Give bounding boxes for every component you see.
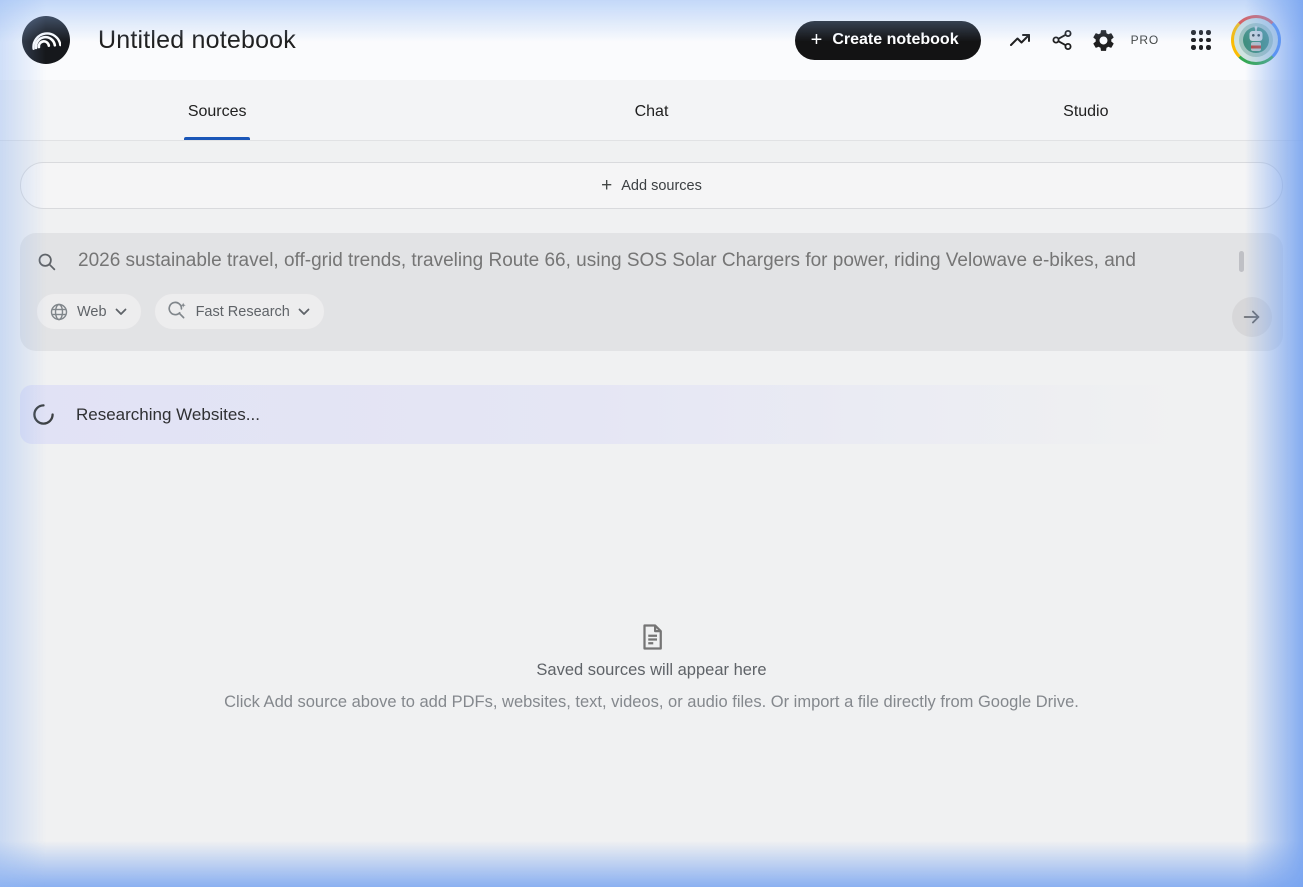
panel-tabs: Sources Chat Studio [0, 80, 1303, 141]
create-notebook-button[interactable]: + Create notebook [795, 21, 981, 60]
empty-state-title: Saved sources will appear here [536, 661, 766, 680]
search-row [36, 250, 1267, 272]
notebook-title[interactable]: Untitled notebook [98, 26, 296, 55]
tab-chat-label: Chat [635, 99, 669, 121]
search-options-row: Web Fast Research [36, 293, 1267, 330]
source-scope-dropdown[interactable]: Web [36, 293, 142, 330]
arrow-right-icon [1241, 306, 1263, 328]
avatar-robot-image [1234, 18, 1278, 62]
sources-panel: + Add sources [0, 162, 1303, 712]
research-status-banner: Researching Websites... [20, 385, 1283, 444]
user-avatar[interactable] [1231, 15, 1281, 65]
empty-state-description: Click Add source above to add PDFs, webs… [224, 693, 1079, 712]
google-apps-grid-icon[interactable] [1189, 28, 1213, 52]
plus-icon: + [811, 30, 823, 50]
tab-sources[interactable]: Sources [0, 80, 434, 140]
tab-sources-label: Sources [188, 99, 247, 121]
magnifier-sparkle-icon [167, 301, 188, 322]
search-icon [36, 251, 57, 272]
create-notebook-label: Create notebook [832, 31, 958, 49]
query-scrollbar-thumb[interactable] [1239, 251, 1244, 272]
plus-icon: + [601, 175, 612, 197]
settings-gear-icon[interactable] [1091, 27, 1117, 53]
source-scope-label: Web [77, 304, 107, 320]
analytics-trending-up-icon[interactable] [1007, 27, 1033, 53]
share-icon[interactable] [1049, 27, 1075, 53]
globe-icon [49, 302, 69, 322]
sources-empty-state: Saved sources will appear here Click Add… [20, 622, 1283, 712]
add-sources-label: Add sources [621, 178, 702, 194]
pro-badge: PRO [1131, 33, 1159, 47]
chevron-down-icon [115, 308, 127, 316]
research-mode-dropdown[interactable]: Fast Research [154, 293, 325, 330]
notebooklm-logo-icon[interactable] [22, 16, 70, 64]
research-status-text: Researching Websites... [76, 405, 260, 425]
loading-spinner-icon [32, 403, 55, 426]
chevron-down-icon [298, 308, 310, 316]
tab-studio[interactable]: Studio [869, 80, 1303, 140]
research-mode-label: Fast Research [196, 304, 290, 320]
logo-arcs [31, 25, 61, 55]
discover-sources-panel: Web Fast Research [20, 233, 1283, 351]
tab-chat[interactable]: Chat [434, 80, 868, 140]
add-sources-button[interactable]: + Add sources [20, 162, 1283, 209]
submit-query-button[interactable] [1232, 297, 1272, 337]
tab-studio-label: Studio [1063, 99, 1108, 121]
discover-query-input[interactable] [78, 250, 1267, 272]
app-header: Untitled notebook + Create notebook PRO [0, 0, 1303, 80]
document-icon [637, 622, 667, 652]
